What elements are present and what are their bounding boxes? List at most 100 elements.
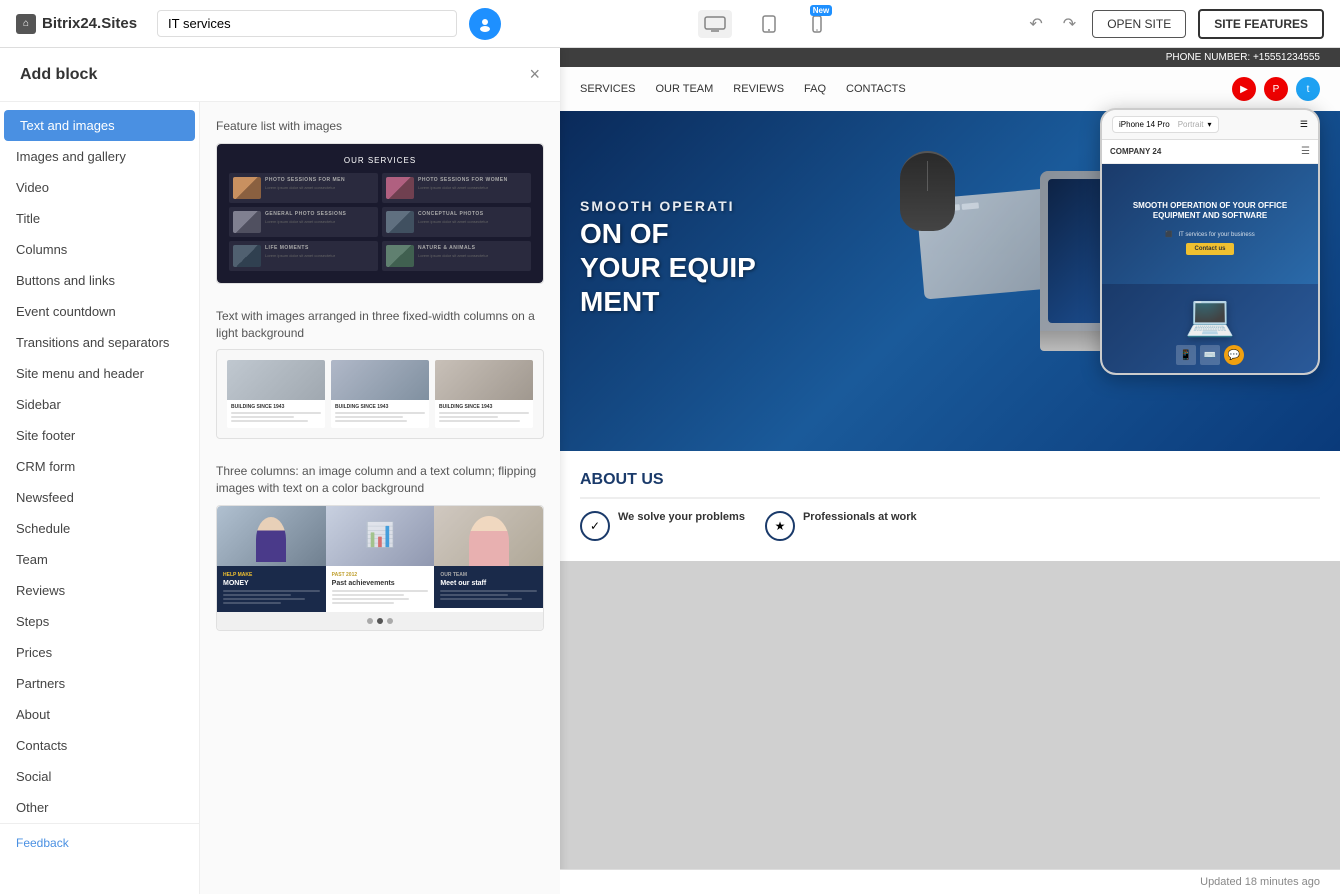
nav-item-team[interactable]: Team xyxy=(0,544,199,575)
preview1-card-desc-4: Lorem ipsum dolor sit amet consectetur xyxy=(418,219,527,224)
preview1-text-5: LIFE MOMENTS Lorem ipsum dolor sit amet … xyxy=(265,245,374,267)
preview3-highlight-3: OUR TEAM xyxy=(440,572,537,578)
panel-body: Text and images Images and gallery Video… xyxy=(0,102,560,894)
panel-close-button[interactable]: × xyxy=(529,64,540,85)
preview2-body-2: BUILDING SINCE 1943 xyxy=(331,400,429,428)
nav-contacts: CONTACTS xyxy=(846,83,906,95)
hero-heading: SMOOTH OPERATI ON OF YOUR EQUIP MENT xyxy=(580,191,756,318)
mobile-site-nav: COMPANY 24 ☰ xyxy=(1102,140,1318,164)
mobile-hero: SMOOTH OPERATION OF YOUR OFFICE EQUIPMEN… xyxy=(1102,164,1318,284)
desktop-device-btn[interactable] xyxy=(698,10,732,38)
mobile-device-btn[interactable]: New xyxy=(806,9,828,39)
preview1-card-2: PHOTO SESSIONS FOR WOMEN Lorem ipsum dol… xyxy=(382,173,531,203)
nav-item-crm-form[interactable]: CRM form xyxy=(0,451,199,482)
preview3-img-1 xyxy=(217,506,326,566)
feedback-link[interactable]: Feedback xyxy=(0,823,199,862)
mobile-cta-button[interactable]: Contact us xyxy=(1186,243,1233,255)
preview1-card-6: NATURE & ANIMALS Lorem ipsum dolor sit a… xyxy=(382,241,531,271)
preview1-card-3: GENERAL PHOTO SESSIONS Lorem ipsum dolor… xyxy=(229,207,378,237)
nav-item-title[interactable]: Title xyxy=(0,203,199,234)
preview1-title: OUR SERVICES xyxy=(229,156,531,165)
device-selector[interactable]: iPhone 14 Pro Portrait ▾ xyxy=(1112,116,1219,133)
preview1-img-6 xyxy=(386,245,414,267)
mobile-preview-container: iPhone 14 Pro Portrait ▾ ☰ COMPANY 24 ☰ xyxy=(1100,108,1320,375)
nav-item-other[interactable]: Other xyxy=(0,792,199,823)
stat-item-1: ✓ We solve your problems xyxy=(580,511,745,541)
block-label-3: Three columns: an image column and a tex… xyxy=(216,463,544,497)
nav-item-text-images[interactable]: Text and images xyxy=(4,110,195,141)
preview2-img-1 xyxy=(227,360,325,400)
site-name-input[interactable] xyxy=(157,10,457,37)
nav-item-site-footer[interactable]: Site footer xyxy=(0,420,199,451)
mobile-hero-text: SMOOTH OPERATION OF YOUR OFFICE EQUIPMEN… xyxy=(1102,193,1318,230)
undo-button[interactable]: ↶ xyxy=(1025,10,1046,38)
add-block-panel: Add block × Text and images Images and g… xyxy=(0,48,560,894)
nav-item-site-menu[interactable]: Site menu and header xyxy=(0,358,199,389)
nav-our-team: OUR TEAM xyxy=(655,83,713,95)
tablet-device-btn[interactable] xyxy=(756,9,782,39)
nav-item-transitions[interactable]: Transitions and separators xyxy=(0,327,199,358)
preview3-line-1b xyxy=(223,594,291,596)
preview2-line-3c xyxy=(439,420,520,422)
phone-label: PHONE NUMBER: xyxy=(1166,52,1253,63)
preview1-card-desc-3: Lorem ipsum dolor sit amet consectetur xyxy=(265,219,374,224)
nav-item-reviews[interactable]: Reviews xyxy=(0,575,199,606)
preview1-card-title-4: CONCEPTUAL PHOTOS xyxy=(418,211,527,217)
nav-item-about[interactable]: About xyxy=(0,699,199,730)
preview2-line-2b xyxy=(335,416,403,418)
preview2-img-3 xyxy=(435,360,533,400)
mobile-icon-2: ⌨️ xyxy=(1200,345,1220,365)
nav-item-event-countdown[interactable]: Event countdown xyxy=(0,296,199,327)
preview3-col-title-3: Meet our staff xyxy=(440,580,537,587)
mobile-icon-3: 💬 xyxy=(1224,345,1244,365)
nav-item-newsfeed[interactable]: Newsfeed xyxy=(0,482,199,513)
stat-text-1: We solve your problems xyxy=(618,511,745,523)
preview2-line-3a xyxy=(439,412,529,414)
site-nav-icons: ▶ P t xyxy=(1232,77,1320,101)
preview1-grid: PHOTO SESSIONS FOR MEN Lorem ipsum dolor… xyxy=(229,173,531,271)
preview3-col-1: HELP MAKE MONEY xyxy=(217,506,326,612)
preview2-col-1: BUILDING SINCE 1943 xyxy=(227,360,325,428)
block-label-1: Feature list with images xyxy=(216,118,544,135)
preview1-card-1: PHOTO SESSIONS FOR MEN Lorem ipsum dolor… xyxy=(229,173,378,203)
nav-item-sidebar[interactable]: Sidebar xyxy=(0,389,199,420)
mobile-logo: COMPANY 24 xyxy=(1110,147,1161,156)
block-preview-2[interactable]: BUILDING SINCE 1943 BUILDI xyxy=(216,349,544,439)
nav-item-steps[interactable]: Steps xyxy=(0,606,199,637)
block-preview-3[interactable]: HELP MAKE MONEY xyxy=(216,505,544,631)
nav-item-contacts[interactable]: Contacts xyxy=(0,730,199,761)
nav-item-images-gallery[interactable]: Images and gallery xyxy=(0,141,199,172)
redo-button[interactable]: ↷ xyxy=(1059,10,1080,38)
nav-item-video[interactable]: Video xyxy=(0,172,199,203)
block-label-2: Text with images arranged in three fixed… xyxy=(216,308,544,342)
preview3-line-2b xyxy=(332,594,405,596)
nav-item-buttons-links[interactable]: Buttons and links xyxy=(0,265,199,296)
preview3-highlight-2: PAST 2012 xyxy=(332,572,429,578)
preview2-title-3: BUILDING SINCE 1943 xyxy=(439,404,529,410)
device-switcher: New xyxy=(501,9,1025,39)
block-section-1: Feature list with images OUR SERVICES PH… xyxy=(216,118,544,284)
nav-faq: FAQ xyxy=(804,83,826,95)
mobile-laptop-visual: 💻 📱 ⌨️ 💬 xyxy=(1176,292,1244,365)
user-avatar[interactable] xyxy=(469,8,501,40)
preview1-text-4: CONCEPTUAL PHOTOS Lorem ipsum dolor sit … xyxy=(418,211,527,233)
phone-number: +15551234555 xyxy=(1253,52,1320,63)
main-layout: Add block × Text and images Images and g… xyxy=(0,48,1340,894)
nav-item-social[interactable]: Social xyxy=(0,761,199,792)
site-features-button[interactable]: SITE FEATURES xyxy=(1198,9,1324,39)
preview2-line-2a xyxy=(335,412,425,414)
nav-item-schedule[interactable]: Schedule xyxy=(0,513,199,544)
preview1-card-desc-6: Lorem ipsum dolor sit amet consectetur xyxy=(418,253,527,258)
nav-item-columns[interactable]: Columns xyxy=(0,234,199,265)
block-preview-1[interactable]: OUR SERVICES PHOTO SESSIONS FOR MEN Lore… xyxy=(216,143,544,284)
preview3-img-2: 📊 xyxy=(326,506,435,566)
preview1-container: OUR SERVICES PHOTO SESSIONS FOR MEN Lore… xyxy=(217,144,543,283)
open-site-button[interactable]: OPEN SITE xyxy=(1092,10,1186,38)
block-category-nav: Text and images Images and gallery Video… xyxy=(0,102,200,894)
mobile-hamburger[interactable]: ☰ xyxy=(1301,146,1310,157)
nav-item-partners[interactable]: Partners xyxy=(0,668,199,699)
preview1-img-3 xyxy=(233,211,261,233)
nav-item-prices[interactable]: Prices xyxy=(0,637,199,668)
youtube-icon: ▶ xyxy=(1232,77,1256,101)
preview2-line-3b xyxy=(439,416,498,418)
